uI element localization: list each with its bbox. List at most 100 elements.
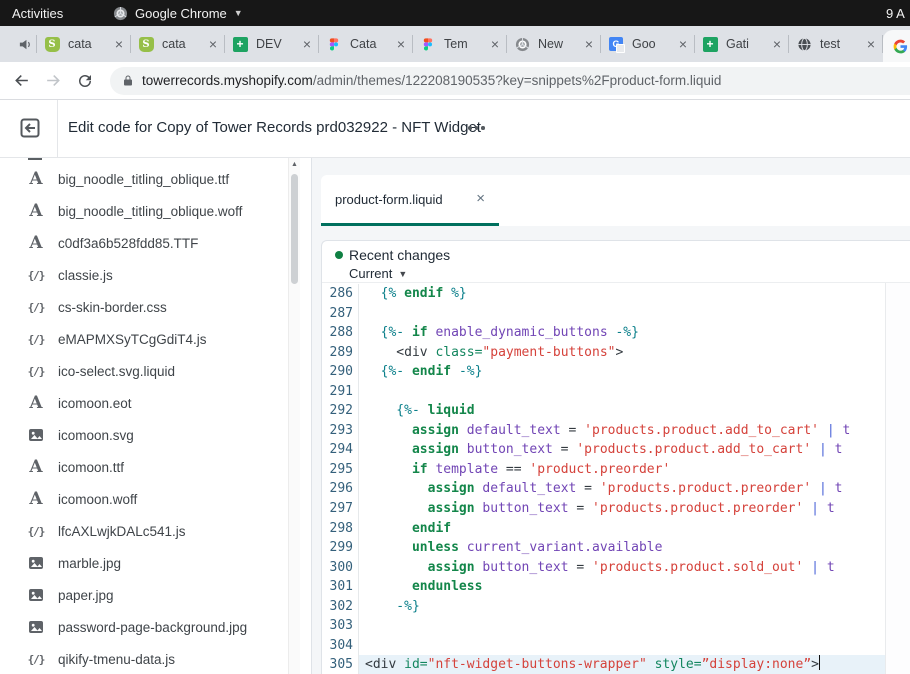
tab-close-icon[interactable]: × <box>303 37 311 51</box>
text-cursor <box>819 655 821 670</box>
code-line[interactable]: 294 assign button_text = 'products.produ… <box>322 440 886 460</box>
editor-tab-close-icon[interactable]: × <box>476 190 485 207</box>
code-line[interactable]: 298 endif <box>322 519 886 539</box>
file-item[interactable]: Aicomoon.woff <box>0 483 287 515</box>
code-line[interactable]: 290 {%- endif -%} <box>322 362 886 382</box>
editor-tab-product-form[interactable]: product-form.liquid × <box>321 175 499 226</box>
font-file-icon: A <box>26 169 46 189</box>
file-item[interactable]: Aicomoon.eot <box>0 387 287 419</box>
browser-tab[interactable]: Cata× <box>319 28 412 60</box>
code-line-text: assign default_text = 'products.product.… <box>359 479 886 499</box>
line-number: 293 <box>322 421 359 441</box>
back-button[interactable] <box>8 68 34 94</box>
browser-tab-row: Scata×Scata×+DEV×Cata×Tem×New×GGoo×+Gati… <box>37 26 910 62</box>
code-line[interactable]: 301 endunless <box>322 577 886 597</box>
file-item[interactable]: Aicomoon.ttf <box>0 451 287 483</box>
tab-close-icon[interactable]: × <box>491 37 499 51</box>
code-line[interactable]: 289 <div class="payment-buttons"> <box>322 343 886 363</box>
code-line[interactable]: 296 assign default_text = 'products.prod… <box>322 479 886 499</box>
reload-button[interactable] <box>72 68 98 94</box>
file-item[interactable]: {/}qikify-tmenu-data.js <box>0 643 287 674</box>
code-file-icon: {/} <box>26 365 46 378</box>
speaker-icon[interactable] <box>14 37 36 52</box>
editor-panel-header: Recent changes Current ▼ <box>322 241 910 283</box>
browser-tab[interactable]: New × <box>507 28 600 60</box>
file-item[interactable]: Abig_noodle_titling_oblique.ttf <box>0 163 287 195</box>
browser-tab[interactable]: +DEV× <box>225 28 318 60</box>
file-item[interactable]: icomoon.svg <box>0 419 287 451</box>
scroll-up-arrow-icon[interactable]: ▲ <box>291 161 298 168</box>
tab-close-icon[interactable]: × <box>867 37 875 51</box>
browser-tab[interactable]: Scata× <box>131 28 224 60</box>
font-file-icon: A <box>26 457 46 477</box>
code-area[interactable]: 286 {% endif %}287288 {%- if enable_dyna… <box>322 284 886 674</box>
line-number: 286 <box>322 284 359 304</box>
tab-label: Goo <box>632 37 673 51</box>
sidebar-scrollbar[interactable]: ▲ <box>288 158 300 674</box>
code-editor-region: product-form.liquid × Recent changes Cur… <box>311 158 910 674</box>
file-item[interactable]: {/}eMAPMXSyTCgGdiT4.js <box>0 323 287 355</box>
browser-tab[interactable]: +Gati× <box>695 28 788 60</box>
editor-scrollbar[interactable] <box>885 283 910 674</box>
code-line-text: <div id="nft-widget-buttons-wrapper" sty… <box>359 655 886 674</box>
tab-close-icon[interactable]: × <box>773 37 781 51</box>
tab-close-icon[interactable]: × <box>397 37 405 51</box>
code-line[interactable]: 286 {% endif %} <box>322 284 886 304</box>
browser-tab[interactable]: Tem × <box>413 28 506 60</box>
code-line[interactable]: 305<div id="nft-widget-buttons-wrapper" … <box>322 655 886 674</box>
browser-tab[interactable]: GGoo× <box>601 28 694 60</box>
code-line[interactable]: 288 {%- if enable_dynamic_buttons -%} <box>322 323 886 343</box>
file-item[interactable]: {/}classie.js <box>0 259 287 291</box>
file-item[interactable]: marble.jpg <box>0 547 287 579</box>
browser-tab-active-partial[interactable] <box>883 30 910 62</box>
forward-button[interactable] <box>40 68 66 94</box>
code-line[interactable]: 299 unless current_variant.available <box>322 538 886 558</box>
activities-button[interactable]: Activities <box>12 6 63 21</box>
file-list: Abig_noodle_titling_oblique.ttfAbig_nood… <box>0 163 287 674</box>
font-file-icon: A <box>26 489 46 509</box>
code-line[interactable]: 304 <box>322 636 886 656</box>
tab-label: Tem <box>444 37 485 51</box>
file-item[interactable]: Ac0df3a6b528fdd85.TTF <box>0 227 287 259</box>
browser-tab[interactable]: Scata× <box>37 28 130 60</box>
tab-close-icon[interactable]: × <box>679 37 687 51</box>
address-bar[interactable]: towerrecords.myshopify.com/admin/themes/… <box>110 67 910 95</box>
line-number: 304 <box>322 636 359 656</box>
file-item[interactable]: password-page-background.jpg <box>0 611 287 643</box>
more-actions-button[interactable] <box>468 126 485 130</box>
code-line[interactable]: 297 assign button_text = 'products.produ… <box>322 499 886 519</box>
file-name: cs-skin-border.css <box>58 300 167 315</box>
image-file-icon <box>26 555 46 571</box>
tab-close-icon[interactable]: × <box>209 37 217 51</box>
exit-code-editor-button[interactable] <box>18 116 42 140</box>
clipped-file-icon <box>28 158 42 160</box>
file-item[interactable]: {/}cs-skin-border.css <box>0 291 287 323</box>
code-line[interactable]: 303 <box>322 616 886 636</box>
code-line[interactable]: 287 <box>322 304 886 324</box>
version-label: Current <box>349 266 392 281</box>
tab-separator <box>694 35 695 53</box>
file-item[interactable]: {/}lfcAXLwjkDALc541.js <box>0 515 287 547</box>
file-name: big_noodle_titling_oblique.ttf <box>58 172 229 187</box>
tab-close-icon[interactable]: × <box>115 37 123 51</box>
version-dropdown[interactable]: Current ▼ <box>349 266 407 281</box>
tab-separator <box>882 35 883 53</box>
code-line[interactable]: 292 {%- liquid <box>322 401 886 421</box>
shopify-favicon: S <box>138 36 154 52</box>
tab-label: New <box>538 37 579 51</box>
code-line[interactable]: 300 assign button_text = 'products.produ… <box>322 558 886 578</box>
file-item[interactable]: {/}ico-select.svg.liquid <box>0 355 287 387</box>
file-sidebar: Abig_noodle_titling_oblique.ttfAbig_nood… <box>0 158 311 674</box>
code-line[interactable]: 291 <box>322 382 886 402</box>
tab-close-icon[interactable]: × <box>585 37 593 51</box>
code-line[interactable]: 302 -%} <box>322 597 886 617</box>
code-line[interactable]: 295 if template == 'product.preorder' <box>322 460 886 480</box>
file-item[interactable]: Abig_noodle_titling_oblique.woff <box>0 195 287 227</box>
browser-tab[interactable]: test× <box>789 28 882 60</box>
app-menu[interactable]: Google Chrome ▼ <box>112 5 243 21</box>
scrollbar-thumb[interactable] <box>291 174 298 284</box>
file-item[interactable]: paper.jpg <box>0 579 287 611</box>
code-line-text <box>359 304 886 324</box>
code-line[interactable]: 293 assign default_text = 'products.prod… <box>322 421 886 441</box>
clock[interactable]: 9 A <box>886 6 905 21</box>
